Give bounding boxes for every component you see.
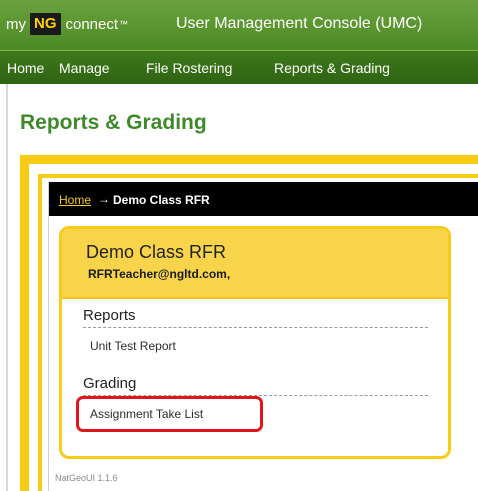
- nav-item-reports-grading[interactable]: Reports & Grading: [274, 60, 390, 76]
- breadcrumb-home-link[interactable]: Home: [59, 193, 91, 207]
- class-name: Demo Class RFR: [86, 242, 227, 262]
- brand-my-text: my: [6, 15, 26, 33]
- brand-logo[interactable]: my NG connect ™: [6, 12, 128, 36]
- class-panel: Home → Demo Class RFR Demo Class RFR RFR…: [48, 182, 478, 491]
- inner-yellow-vrule: [38, 174, 42, 491]
- breadcrumb-current: Demo Class RFR: [113, 193, 210, 207]
- page-title: Reports & Grading: [20, 111, 207, 134]
- nav-item-file-rostering[interactable]: File Rostering: [146, 60, 232, 76]
- app-title: User Management Console (UMC): [176, 15, 423, 32]
- brand-ng-badge: NG: [30, 13, 61, 35]
- breadcrumb-arrow-icon: →: [98, 192, 110, 206]
- class-card-header: Demo Class RFR RFRTeacher@ngltd.com,: [62, 229, 448, 299]
- reports-divider: [83, 327, 428, 328]
- highlight-annotation: [76, 396, 263, 432]
- version-label: NatGeoUI 1.1.6: [55, 473, 118, 483]
- brand-connect-text: connect: [65, 15, 119, 33]
- top-header: my NG connect ™ User Management Console …: [0, 0, 478, 50]
- nav-item-manage[interactable]: Manage: [59, 60, 110, 76]
- reports-heading: Reports: [83, 307, 136, 324]
- teacher-email: RFRTeacher@ngltd.com,: [88, 267, 231, 281]
- left-divider: [6, 84, 8, 491]
- unit-test-report-link[interactable]: Unit Test Report: [90, 339, 176, 353]
- breadcrumb: Home → Demo Class RFR: [49, 182, 478, 216]
- brand-trademark: ™: [119, 19, 129, 29]
- class-card: Demo Class RFR RFRTeacher@ngltd.com, Rep…: [59, 226, 451, 459]
- grading-heading: Grading: [83, 375, 137, 392]
- main-nav: Home Manage File Rostering Reports & Gra…: [0, 50, 478, 84]
- page: my NG connect ™ User Management Console …: [0, 0, 478, 491]
- nav-item-home[interactable]: Home: [7, 60, 44, 76]
- inner-yellow-rule: [38, 174, 478, 178]
